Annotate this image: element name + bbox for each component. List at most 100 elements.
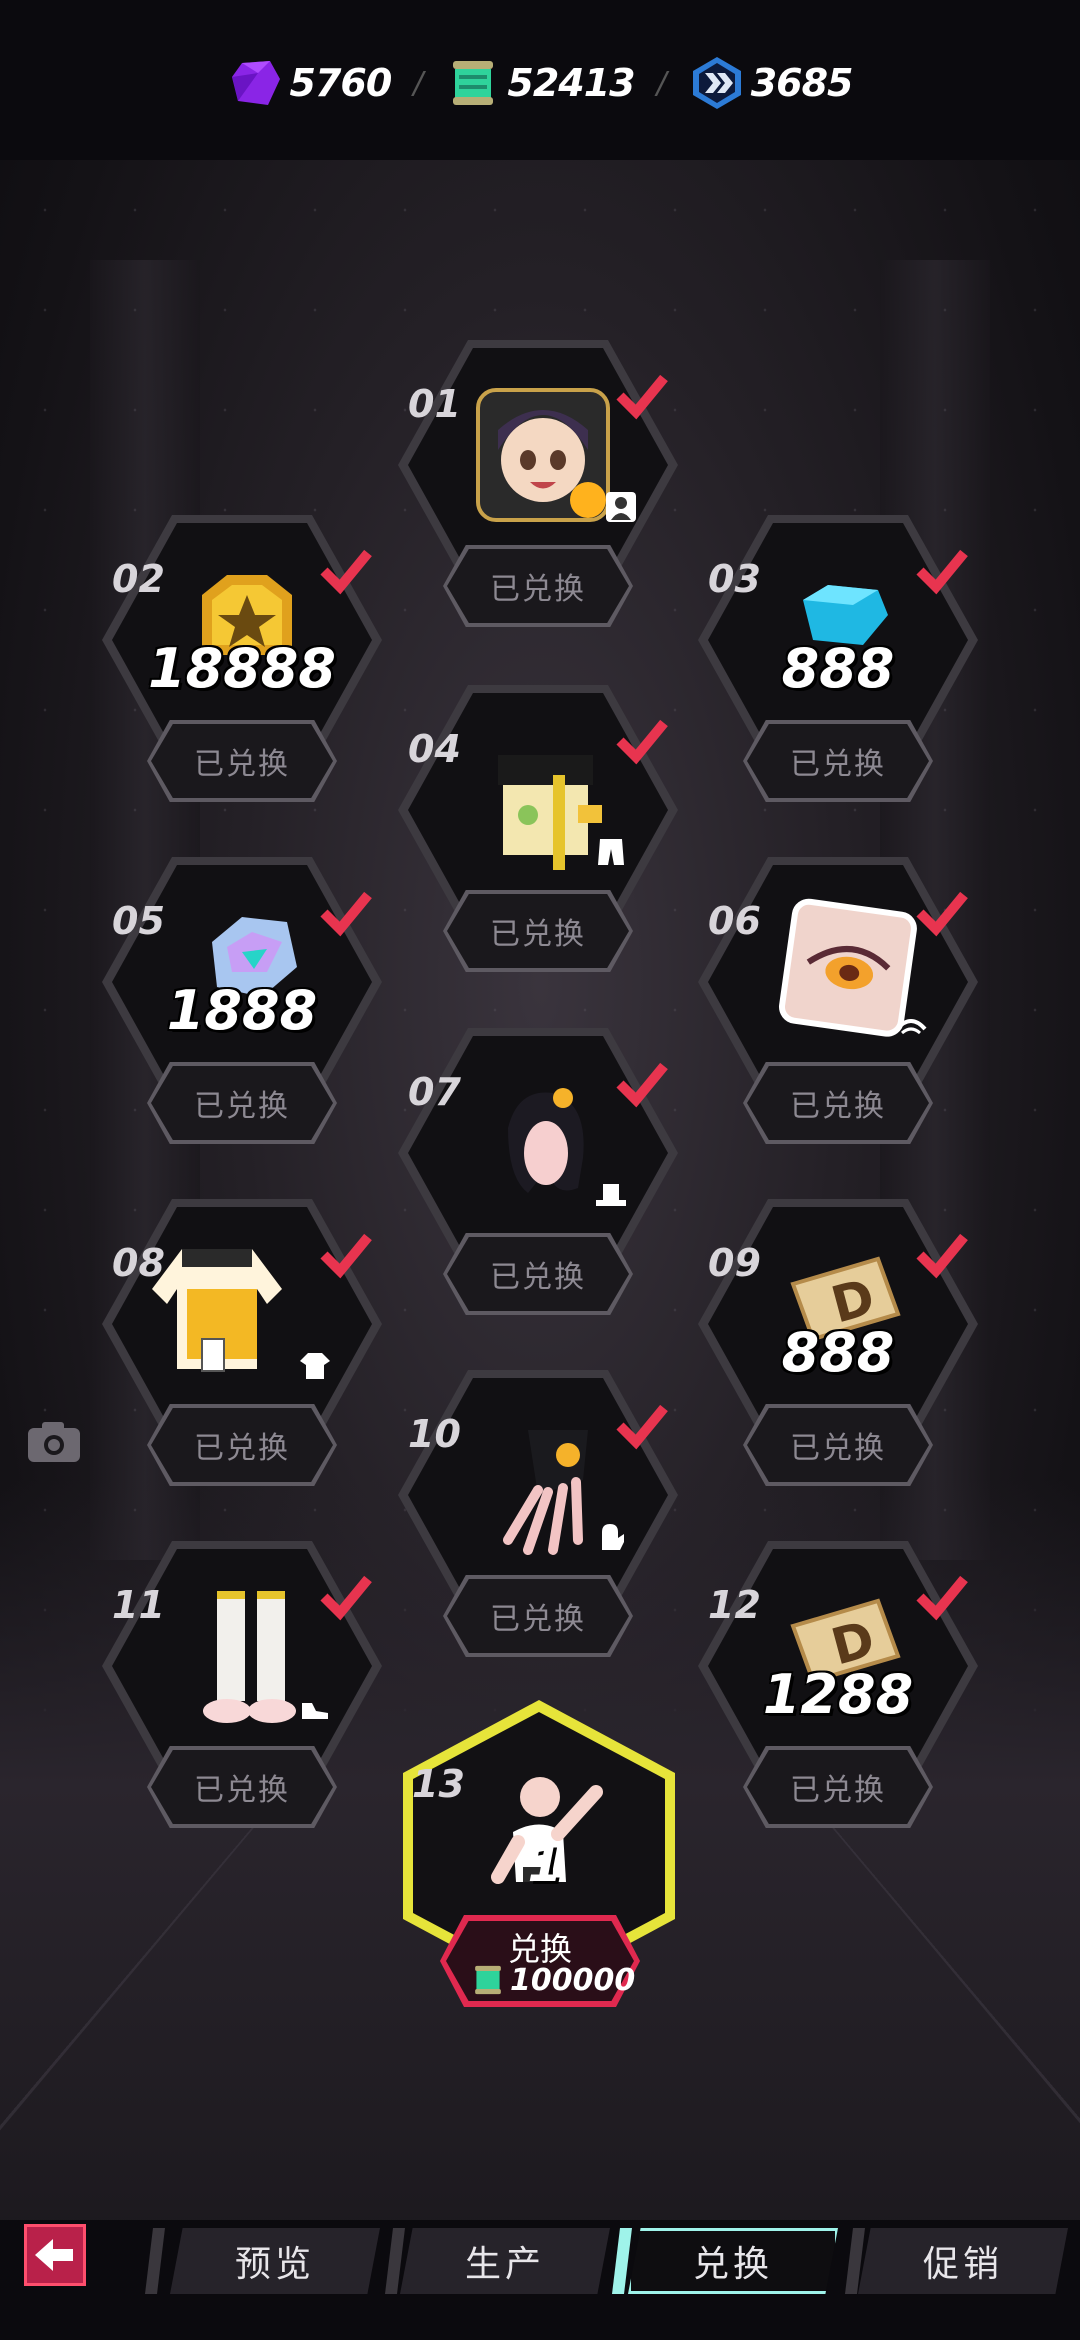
currency-gems: 5760 <box>228 55 392 111</box>
redeemed-label: 已兑换 <box>194 1089 290 1124</box>
currency-bar: 5760 / 52413 / 3685 <box>0 55 1080 111</box>
redeemed-button[interactable]: 已兑换 <box>443 890 633 972</box>
tab-exchange[interactable]: 兑换 <box>628 2228 838 2294</box>
reward-node-10[interactable]: 10 已兑换 <box>388 1370 688 1670</box>
shoe-icon <box>302 1703 328 1719</box>
tab-label: 预览 <box>234 2244 315 2285</box>
redeemed-label: 已兑换 <box>194 1773 290 1808</box>
check-icon <box>916 1575 968 1621</box>
reward-node-09[interactable]: 09 D 888 已兑换 <box>688 1199 988 1499</box>
reward-quantity: 888 <box>781 637 895 700</box>
reward-quantity: 1888 <box>166 979 318 1042</box>
redeemed-label: 已兑换 <box>490 917 586 952</box>
tab-label: 兑换 <box>692 2244 773 2285</box>
check-icon <box>320 891 372 937</box>
redeemed-button[interactable]: 已兑换 <box>147 720 337 802</box>
redeemed-button[interactable]: 已兑换 <box>147 1746 337 1828</box>
chevron-count: 3685 <box>750 61 854 105</box>
gem-count: 5760 <box>289 61 393 105</box>
reward-node-04[interactable]: 04 已兑换 <box>388 685 688 985</box>
redeemed-label: 已兑换 <box>790 1089 886 1124</box>
scroll-count: 52413 <box>507 61 635 105</box>
back-arrow-icon <box>35 2239 73 2271</box>
check-icon <box>616 1062 668 1108</box>
green-scroll-icon <box>453 61 494 105</box>
character-avatar-icon <box>476 388 610 522</box>
reward-number: 04 <box>408 727 461 771</box>
blue-chevron-icon <box>692 57 741 109</box>
check-icon <box>616 374 668 420</box>
hat-icon <box>596 1184 626 1206</box>
tab-label: 促销 <box>922 2244 1003 2285</box>
reward-number: 12 <box>708 1583 761 1627</box>
check-icon <box>616 1404 668 1450</box>
redeemed-button[interactable]: 已兑换 <box>743 1746 933 1828</box>
reward-number: 09 <box>708 1241 761 1285</box>
check-icon <box>320 1575 372 1621</box>
reward-number: 02 <box>112 557 165 601</box>
reward-number: 06 <box>708 899 761 943</box>
reward-quantity: 1288 <box>762 1663 914 1726</box>
reward-node-05[interactable]: 05 1888 已兑换 <box>92 857 392 1157</box>
check-icon <box>916 549 968 595</box>
currency-chevrons: 3685 <box>689 55 853 111</box>
reward-number: 01 <box>408 382 461 426</box>
separator: / <box>656 65 667 101</box>
reward-node-06[interactable]: 06 已兑换 <box>688 857 988 1157</box>
redeemed-button[interactable]: 已兑换 <box>443 1575 633 1657</box>
redeemed-label: 已兑换 <box>790 1773 886 1808</box>
redeemed-label: 已兑换 <box>490 572 586 607</box>
redeemed-label: 已兑换 <box>194 1431 290 1466</box>
reward-node-01[interactable]: 01 已兑换 <box>388 340 688 640</box>
reward-node-07[interactable]: 07 已兑换 <box>388 1028 688 1328</box>
reward-number: 11 <box>112 1583 165 1627</box>
tab-label: 生产 <box>464 2244 545 2285</box>
tab-preview[interactable]: 预览 <box>170 2228 380 2294</box>
eye-icon <box>895 1019 927 1035</box>
check-icon <box>320 549 372 595</box>
redeemed-button[interactable]: 已兑换 <box>147 1404 337 1486</box>
reward-node-08[interactable]: 08 已兑换 <box>92 1199 392 1499</box>
green-scroll-icon <box>475 1965 501 1995</box>
redeemed-label: 已兑换 <box>194 747 290 782</box>
redeemed-label: 已兑换 <box>790 1431 886 1466</box>
redeemed-button[interactable]: 已兑换 <box>743 1404 933 1486</box>
pants-icon <box>598 839 624 865</box>
redeemed-label: 已兑换 <box>490 1260 586 1295</box>
reward-number: 13 <box>412 1762 465 1806</box>
reward-node-11[interactable]: 11 已兑换 <box>92 1541 392 1841</box>
jacket-outfit-icon <box>152 1249 282 1372</box>
reward-number: 03 <box>708 557 761 601</box>
back-button[interactable] <box>24 2224 86 2286</box>
reward-quantity: 1 <box>527 1835 563 1893</box>
check-icon <box>616 719 668 765</box>
tab-promotion[interactable]: 促销 <box>858 2228 1068 2294</box>
check-icon <box>916 891 968 937</box>
redeemed-button[interactable]: 已兑换 <box>443 545 633 627</box>
separator: / <box>413 65 424 101</box>
reward-node-03[interactable]: 03 888 已兑换 <box>688 515 988 815</box>
shirt-icon <box>300 1353 330 1379</box>
reward-number: 10 <box>408 1412 461 1456</box>
reward-node-02[interactable]: 02 18888 已兑换 <box>92 515 392 815</box>
cost-value: 100000 <box>510 1962 636 1998</box>
reward-quantity: 18888 <box>148 637 336 700</box>
redeemed-button[interactable]: 已兑换 <box>443 1233 633 1315</box>
redeemed-button[interactable]: 已兑换 <box>743 720 933 802</box>
camera-icon[interactable] <box>26 1420 82 1464</box>
redeemed-label: 已兑换 <box>790 747 886 782</box>
purple-gem-icon <box>231 61 280 105</box>
profile-icon <box>606 492 636 522</box>
check-icon <box>916 1233 968 1279</box>
reward-number: 05 <box>112 899 165 943</box>
reward-quantity: 888 <box>781 1321 895 1384</box>
redeemed-button[interactable]: 已兑换 <box>743 1062 933 1144</box>
reward-number: 07 <box>408 1070 461 1114</box>
tab-production[interactable]: 生产 <box>400 2228 610 2294</box>
redeemed-button[interactable]: 已兑换 <box>147 1062 337 1144</box>
check-icon <box>320 1233 372 1279</box>
currency-scrolls: 52413 <box>445 55 636 111</box>
mitten-icon <box>602 1524 624 1550</box>
reward-node-12[interactable]: 12 D 1288 已兑换 <box>688 1541 988 1841</box>
redeem-cost: 100000 <box>470 1962 635 1998</box>
